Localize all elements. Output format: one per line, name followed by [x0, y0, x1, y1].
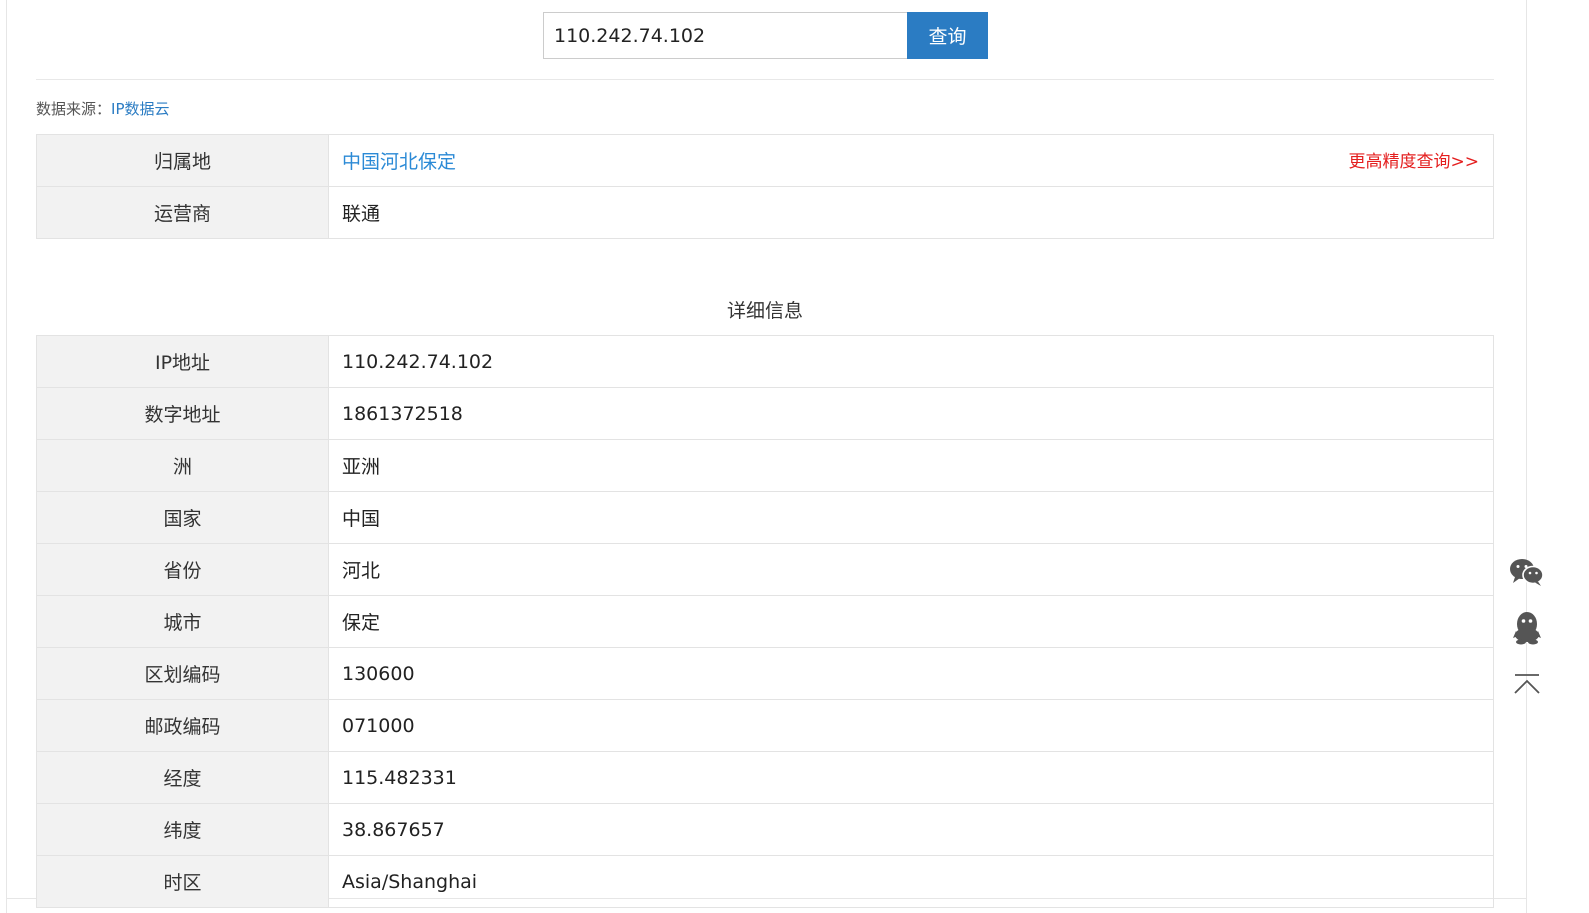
table-row: 城市 保定 [36, 595, 1494, 648]
row-key: 邮政编码 [36, 699, 329, 752]
page: 查询 数据来源：IP数据云 归属地 中国河北保定 更高精度查询>> 运营商 联通… [0, 0, 1589, 913]
precise-query-link[interactable]: 更高精度查询>> [1349, 147, 1480, 172]
location-key: 归属地 [36, 134, 329, 187]
wechat-icon [1510, 559, 1544, 586]
table-row: 省份 河北 [36, 543, 1494, 596]
row-key: 区划编码 [36, 647, 329, 700]
row-key: 时区 [36, 855, 329, 908]
qq-icon [1513, 612, 1541, 645]
data-source-label: 数据来源： [36, 100, 112, 118]
row-key: 省份 [36, 543, 329, 596]
table-row: 洲 亚洲 [36, 439, 1494, 492]
floating-toolbar [1506, 552, 1548, 720]
query-button[interactable]: 查询 [907, 12, 988, 59]
isp-key: 运营商 [36, 186, 329, 239]
page-right-border [1526, 0, 1527, 913]
row-value: 亚洲 [328, 439, 1494, 492]
row-value: 1861372518 [328, 387, 1494, 440]
table-row: 区划编码 130600 [36, 647, 1494, 700]
row-key: 国家 [36, 491, 329, 544]
summary-table: 归属地 中国河北保定 更高精度查询>> 运营商 联通 [36, 134, 1494, 239]
back-to-top-button[interactable] [1506, 664, 1548, 704]
table-row: 时区 Asia/Shanghai [36, 855, 1494, 908]
search-bar: 查询 [543, 12, 988, 59]
row-value: 110.242.74.102 [328, 335, 1494, 388]
row-value: 38.867657 [328, 803, 1494, 856]
data-source: 数据来源：IP数据云 [36, 98, 170, 119]
details-table: IP地址 110.242.74.102 数字地址 1861372518 洲 亚洲… [36, 335, 1494, 908]
data-source-link[interactable]: IP数据云 [111, 100, 169, 118]
row-value: 保定 [328, 595, 1494, 648]
table-row: 数字地址 1861372518 [36, 387, 1494, 440]
row-value: 河北 [328, 543, 1494, 596]
row-value: 130600 [328, 647, 1494, 700]
row-key: 纬度 [36, 803, 329, 856]
location-value-cell: 中国河北保定 更高精度查询>> [328, 134, 1494, 187]
row-key: 经度 [36, 751, 329, 804]
row-key: 城市 [36, 595, 329, 648]
table-row: IP地址 110.242.74.102 [36, 335, 1494, 388]
location-link[interactable]: 中国河北保定 [342, 151, 456, 173]
isp-value: 联通 [328, 186, 1494, 239]
page-left-border [6, 0, 7, 913]
row-key: 数字地址 [36, 387, 329, 440]
back-to-top-icon [1514, 674, 1540, 694]
details-section-title: 详细信息 [726, 300, 803, 322]
wechat-button[interactable] [1506, 552, 1548, 592]
top-divider [36, 79, 1494, 80]
table-row: 纬度 38.867657 [36, 803, 1494, 856]
row-value: Asia/Shanghai [328, 855, 1494, 908]
summary-row-isp: 运营商 联通 [36, 186, 1494, 239]
row-key: IP地址 [36, 335, 329, 388]
ip-search-input[interactable] [543, 12, 907, 59]
qq-button[interactable] [1506, 608, 1548, 648]
table-row: 国家 中国 [36, 491, 1494, 544]
row-key: 洲 [36, 439, 329, 492]
row-value: 071000 [328, 699, 1494, 752]
row-value: 中国 [328, 491, 1494, 544]
table-row: 经度 115.482331 [36, 751, 1494, 804]
summary-row-location: 归属地 中国河北保定 更高精度查询>> [36, 134, 1494, 187]
row-value: 115.482331 [328, 751, 1494, 804]
table-row: 邮政编码 071000 [36, 699, 1494, 752]
